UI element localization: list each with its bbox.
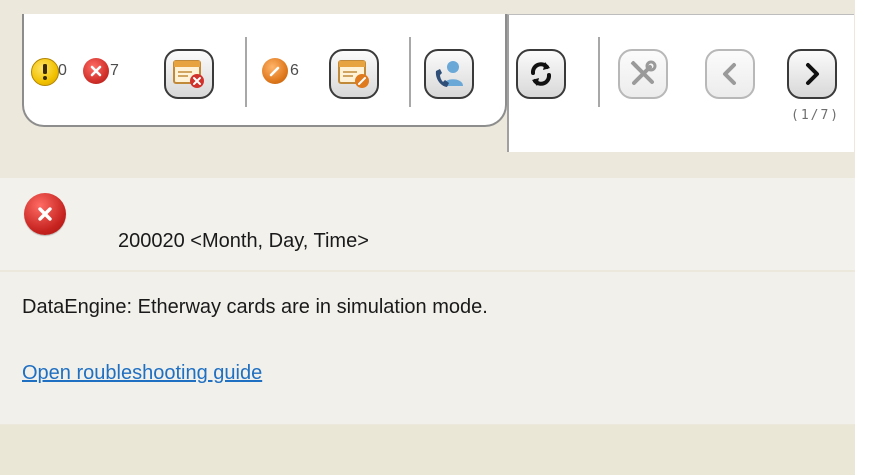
message-text: DataEngine: Etherway cards are in simula…	[22, 296, 488, 318]
message-header	[0, 178, 855, 270]
toolbar-separator	[409, 37, 411, 107]
error-icon	[24, 193, 66, 235]
next-button[interactable]	[787, 49, 837, 99]
window-edit-icon	[338, 60, 369, 88]
warning-icon	[31, 58, 59, 86]
window-error-icon	[173, 60, 204, 88]
contact-support-button[interactable]	[424, 49, 474, 99]
tools-button[interactable]	[618, 49, 668, 99]
refresh-icon	[531, 62, 551, 86]
message-body	[0, 272, 855, 424]
toolbar-separator	[245, 37, 247, 107]
tools-icon	[630, 60, 657, 85]
message-code: 200020 <Month, Day, Time>	[118, 230, 369, 252]
previous-button[interactable]	[705, 49, 755, 99]
toolbar-separator	[598, 37, 600, 107]
message-footer	[0, 425, 855, 475]
toolbar: 0 7 6 (1/7)	[0, 0, 855, 150]
refresh-button[interactable]	[516, 49, 566, 99]
clear-edits-button[interactable]	[329, 49, 379, 99]
clear-errors-button[interactable]	[164, 49, 214, 99]
pager-indicator: (1/7)	[791, 108, 841, 123]
edit-icon	[262, 58, 288, 84]
error-count: 7	[110, 62, 119, 79]
alert-panel: 0 7 6 (1/7) 200020 <Month, Day, Time> Da…	[0, 0, 855, 475]
troubleshooting-guide-link[interactable]: Open roubleshooting guide	[22, 362, 262, 385]
warning-count: 0	[58, 62, 67, 79]
chevron-right-icon	[806, 63, 819, 85]
chevron-left-icon	[723, 63, 736, 85]
contact-support-icon	[435, 61, 463, 87]
edit-count: 6	[290, 62, 299, 79]
error-icon	[83, 58, 109, 84]
